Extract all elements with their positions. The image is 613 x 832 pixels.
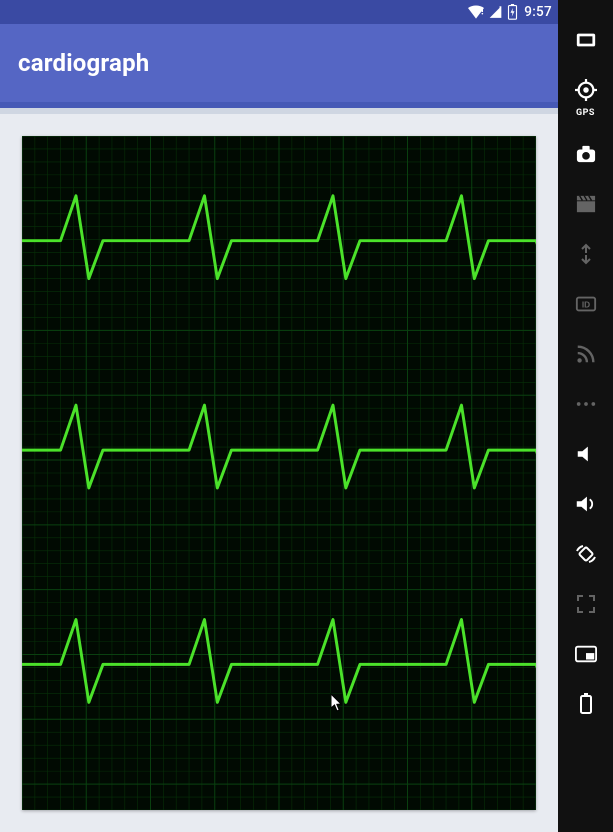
device-frame: 9:57 cardiograph <box>0 0 558 832</box>
app-title: cardiograph <box>18 49 149 77</box>
fullscreen-button[interactable] <box>572 590 600 618</box>
app-bar: cardiograph <box>0 24 558 108</box>
status-bar: 9:57 <box>0 0 558 24</box>
emulator-toolbar: GPS ID <box>558 0 613 832</box>
cell-signal-icon <box>488 5 503 19</box>
volume-up-button[interactable] <box>572 490 600 518</box>
rotate-button[interactable] <box>572 540 600 568</box>
identifiers-button[interactable]: ID <box>572 290 600 318</box>
cardiograph-canvas <box>22 136 536 810</box>
gps-label: GPS <box>576 108 595 118</box>
wifi-icon <box>468 5 484 19</box>
content-area <box>0 114 558 832</box>
gps-button[interactable] <box>572 76 600 104</box>
status-clock: 9:57 <box>524 4 552 20</box>
svg-text:ID: ID <box>581 301 589 310</box>
network-button[interactable] <box>572 240 600 268</box>
clapper-button[interactable] <box>572 190 600 218</box>
pip-button[interactable] <box>572 640 600 668</box>
camera-button[interactable] <box>572 140 600 168</box>
more-button[interactable] <box>572 390 600 418</box>
battery-button[interactable] <box>572 690 600 718</box>
battery-charging-icon <box>507 4 518 20</box>
rss-button[interactable] <box>572 340 600 368</box>
power-button[interactable] <box>572 26 600 54</box>
volume-down-button[interactable] <box>572 440 600 468</box>
